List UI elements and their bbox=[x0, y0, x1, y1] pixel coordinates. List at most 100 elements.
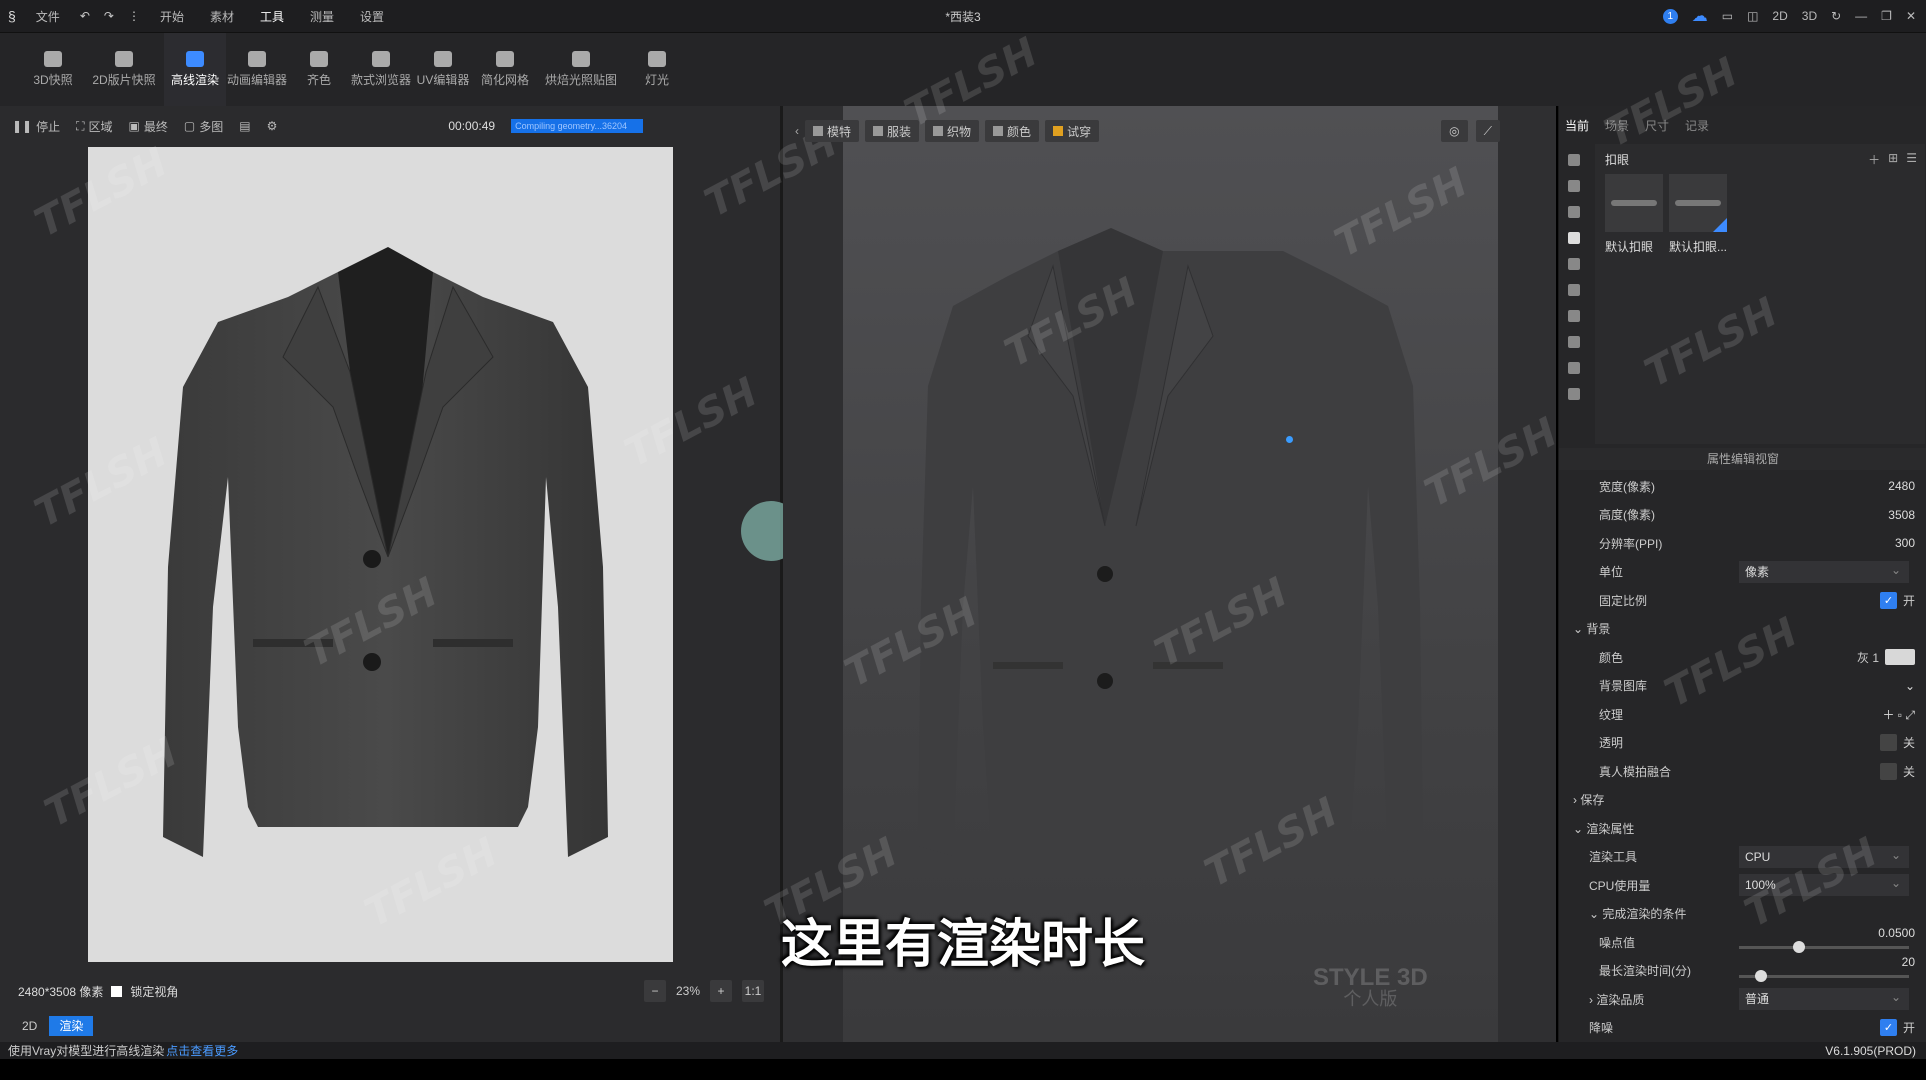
learn-more-link[interactable]: 点击查看更多 bbox=[166, 1042, 238, 1059]
quality-label[interactable]: › 渲染品质 bbox=[1559, 991, 1709, 1008]
fabric-button[interactable]: 织物 bbox=[925, 120, 980, 142]
quality-select[interactable]: 普通 bbox=[1739, 986, 1909, 1011]
view-3d-button[interactable]: 3D bbox=[1802, 9, 1817, 23]
tab-scene[interactable]: 场景 bbox=[1605, 117, 1629, 134]
logo-icon[interactable]: § bbox=[8, 8, 16, 24]
buttonhole-category-icon[interactable] bbox=[1568, 232, 1580, 244]
tab-history[interactable]: 记录 bbox=[1685, 117, 1709, 134]
denoise-checkbox[interactable]: ✓ bbox=[1879, 1019, 1897, 1037]
final-button[interactable]: ▣ 最终 bbox=[129, 118, 168, 135]
tool-style-browser[interactable]: 款式浏览器 bbox=[350, 33, 412, 106]
unit-select[interactable]: 像素 bbox=[1739, 559, 1909, 583]
fabric-category-icon[interactable] bbox=[1568, 154, 1580, 166]
add-icon[interactable]: ＋ bbox=[1868, 151, 1880, 168]
avatar-icon bbox=[813, 126, 823, 136]
resolution-label: 2480*3508 像素 bbox=[18, 984, 104, 999]
minimize-icon[interactable]: — bbox=[1855, 9, 1867, 23]
cpu-usage-select[interactable]: 100% bbox=[1739, 872, 1909, 897]
height-value[interactable]: 3508 bbox=[1888, 508, 1915, 522]
list-view-icon[interactable]: ☰ bbox=[1906, 151, 1917, 168]
notification-badge[interactable]: 1 bbox=[1662, 8, 1678, 24]
camera-view-button[interactable]: ◎ bbox=[1441, 120, 1468, 142]
main-toolbar: 3D快照 2D版片快照 高线渲染 动画编辑器 齐色 款式浏览器 UV编辑器 简化… bbox=[0, 33, 1926, 106]
view-2d-button[interactable]: 2D bbox=[1772, 9, 1787, 23]
save-section[interactable]: › 保存 bbox=[1559, 791, 1709, 808]
tool-hq-render[interactable]: 高线渲染 bbox=[164, 33, 226, 106]
texture-actions[interactable]: ＋ ▫ ⤢ bbox=[1882, 706, 1915, 723]
menu-tools[interactable]: 工具 bbox=[254, 8, 290, 25]
tool-animation-editor[interactable]: 动画编辑器 bbox=[226, 33, 288, 106]
trim-category-icon[interactable] bbox=[1568, 336, 1580, 348]
color-button[interactable]: 颜色 bbox=[985, 120, 1040, 142]
menu-settings[interactable]: 设置 bbox=[354, 8, 390, 25]
button-category-icon[interactable] bbox=[1568, 180, 1580, 192]
tool-simplify-mesh[interactable]: 简化网格 bbox=[474, 33, 536, 106]
tool-colorway[interactable]: 齐色 bbox=[288, 33, 350, 106]
fusion-checkbox[interactable] bbox=[1879, 762, 1897, 780]
version-label: V6.1.905(PROD) bbox=[1825, 1043, 1916, 1058]
transparent-checkbox[interactable] bbox=[1879, 734, 1897, 752]
engine-select[interactable]: CPU bbox=[1739, 844, 1909, 868]
render-canvas[interactable] bbox=[88, 147, 673, 962]
split-icon[interactable]: ◫ bbox=[1747, 9, 1758, 23]
zoom-out-button[interactable]: − bbox=[643, 980, 666, 1002]
background-section[interactable]: ⌄ 背景 bbox=[1559, 620, 1709, 637]
menu-material[interactable]: 素材 bbox=[204, 8, 240, 25]
undo-icon[interactable]: ↶ bbox=[80, 9, 90, 23]
seam-category-icon[interactable] bbox=[1568, 310, 1580, 322]
ratio-button[interactable]: 1:1 bbox=[742, 980, 764, 1002]
region-button[interactable]: ⛶ 区域 bbox=[76, 118, 112, 135]
tab-2d[interactable]: 2D bbox=[12, 1016, 47, 1036]
mesh-icon bbox=[496, 51, 514, 67]
tab-current[interactable]: 当前 bbox=[1565, 117, 1589, 134]
layout-icon[interactable]: ▭ bbox=[1722, 9, 1733, 23]
color-swatch[interactable] bbox=[1885, 649, 1915, 666]
library-item[interactable]: 默认扣眼 bbox=[1605, 174, 1663, 255]
avatar-category-icon[interactable] bbox=[1568, 362, 1580, 374]
ppi-label: 分辨率(PPI) bbox=[1599, 536, 1663, 551]
cloud-icon[interactable]: ☁ bbox=[1692, 6, 1708, 26]
maximize-icon[interactable]: ❐ bbox=[1881, 9, 1892, 23]
settings-icon[interactable]: ⚙ bbox=[267, 119, 278, 133]
tool-bake-lightmap[interactable]: 烘焙光照贴图 bbox=[536, 33, 626, 106]
tool-2d-snapshot[interactable]: 2D版片快照 bbox=[84, 33, 164, 106]
chevron-down-icon[interactable]: ⌄ bbox=[1905, 679, 1915, 693]
menu-measure[interactable]: 测量 bbox=[304, 8, 340, 25]
fusion-label: 真人模拍融合 bbox=[1599, 764, 1672, 779]
ppi-value[interactable]: 300 bbox=[1895, 536, 1915, 550]
snap-category-icon[interactable] bbox=[1568, 206, 1580, 218]
redo-icon[interactable]: ↷ bbox=[104, 9, 114, 23]
refresh-icon[interactable]: ↻ bbox=[1831, 9, 1841, 23]
stop-button[interactable]: ❚❚ 停止 bbox=[12, 118, 60, 135]
accessory-category-icon[interactable] bbox=[1568, 388, 1580, 400]
width-value[interactable]: 2480 bbox=[1888, 479, 1915, 493]
fixed-ratio-checkbox[interactable]: ✓ bbox=[1879, 591, 1897, 609]
collapse-left-icon[interactable]: ‹ bbox=[795, 124, 799, 138]
garment-button[interactable]: 服装 bbox=[865, 120, 920, 142]
lock-view-checkbox[interactable] bbox=[111, 985, 123, 997]
more-icon[interactable]: ⋮ bbox=[128, 9, 140, 23]
tool-uv-editor[interactable]: UV编辑器 bbox=[412, 33, 474, 106]
menu-file[interactable]: 文件 bbox=[30, 8, 66, 25]
camera-icon bbox=[44, 51, 62, 67]
grid-view-icon[interactable]: ⊞ bbox=[1888, 151, 1898, 168]
gallery-icon[interactable]: ▤ bbox=[239, 119, 250, 133]
zoom-value: 23% bbox=[675, 984, 700, 998]
tool-light[interactable]: 灯光 bbox=[626, 33, 688, 106]
measure-tool-button[interactable]: ⟋ bbox=[1475, 120, 1500, 142]
menu-start[interactable]: 开始 bbox=[154, 8, 190, 25]
render-props-section[interactable]: ⌄ 渲染属性 bbox=[1559, 820, 1709, 837]
fitting-button[interactable]: 试穿 bbox=[1045, 120, 1100, 142]
tab-size[interactable]: 尺寸 bbox=[1645, 117, 1669, 134]
close-icon[interactable]: ✕ bbox=[1906, 9, 1916, 23]
buttonhole-library: 扣眼 ＋ ⊞ ☰ 默认扣眼 默认扣眼... bbox=[1595, 144, 1925, 444]
zipper-category-icon[interactable] bbox=[1568, 258, 1580, 270]
multi-button[interactable]: ▢ 多图 bbox=[184, 118, 223, 135]
pattern-icon bbox=[115, 51, 133, 67]
library-item[interactable]: 默认扣眼... bbox=[1669, 174, 1727, 255]
zoom-in-button[interactable]: + bbox=[710, 980, 732, 1002]
tool-3d-snapshot[interactable]: 3D快照 bbox=[22, 33, 84, 106]
tab-render[interactable]: 渲染 bbox=[49, 1016, 94, 1036]
avatar-button[interactable]: 模特 bbox=[805, 120, 860, 142]
topstitch-category-icon[interactable] bbox=[1568, 284, 1580, 296]
